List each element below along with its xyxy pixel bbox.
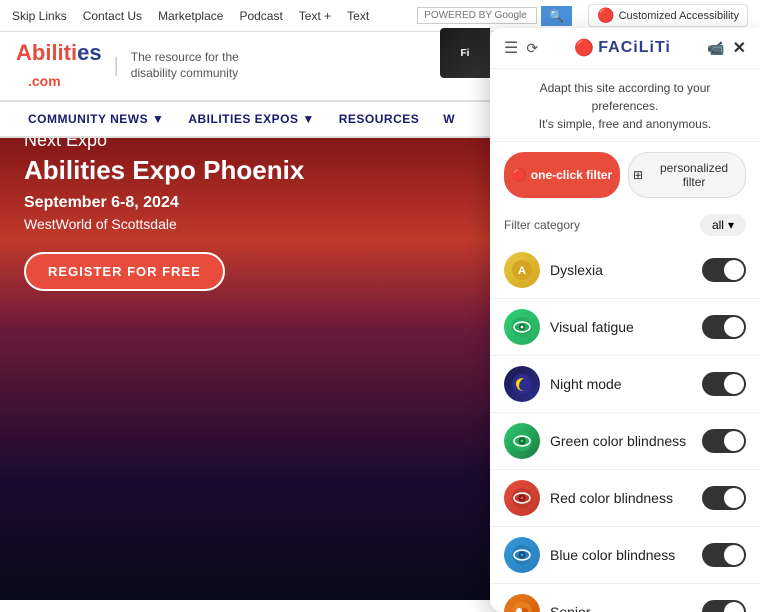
logo-abilities: Abiliti [16,40,77,65]
visual-fatigue-icon [504,309,540,345]
filter-item-green-cb: Green color blindness [490,413,760,470]
dyslexia-label: Dyslexia [550,262,692,278]
accessibility-icon: 🔴 [597,7,614,24]
filter-list: A Dyslexia Visual fatigue Night mode [490,242,760,612]
panel-tagline: Adapt this site according to your prefer… [490,69,760,142]
faciliti-logo-text: FACiLiTi [598,39,671,57]
blue-cb-toggle[interactable] [702,543,746,567]
logo[interactable]: Abilities .com | The resource for the di… [16,40,239,92]
filter-item-dyslexia: A Dyslexia [490,242,760,299]
filter-category-row: Filter category all ▾ [490,208,760,242]
logo-dotcom: .com [28,73,61,89]
video-icon[interactable]: 📹 [707,40,724,57]
senior-toggle[interactable] [702,600,746,612]
one-click-filter-button[interactable]: 🔴 one-click filter [504,152,620,198]
visual-fatigue-toggle[interactable] [702,315,746,339]
faciliti-panel: ☰ ⟳ 🔴 FACiLiTi 📹 ✕ Adapt this site accor… [490,28,760,612]
blue-cb-icon [504,537,540,573]
marketplace[interactable]: Marketplace [158,9,223,23]
blue-cb-label: Blue color blindness [550,547,692,563]
nav-abilities-expos[interactable]: ABILITIES EXPOS ▼ [176,108,326,130]
filter-category-value: all [712,218,724,232]
search-button[interactable]: 🔍 [541,6,572,26]
nav-resources[interactable]: RESOURCES [327,108,432,130]
nav-more[interactable]: W [431,108,467,130]
text-menu[interactable]: Text [347,9,369,23]
hero-venue: WestWorld of Scottsdale [24,216,304,232]
hamburger-icon[interactable]: ☰ [504,38,518,58]
dyslexia-icon: A [504,252,540,288]
faciliti-badge: Fi [440,28,490,78]
search-input[interactable] [417,7,537,24]
hero-title: Abilities Expo Phoenix [24,155,304,186]
green-cb-toggle[interactable] [702,429,746,453]
panel-icons: 📹 ✕ [707,38,746,58]
hero-content: Next Expo Abilities Expo Phoenix Septemb… [24,130,304,291]
night-mode-label: Night mode [550,376,692,392]
filter-item-red-cb: Red color blindness [490,470,760,527]
panel-header: ☰ ⟳ 🔴 FACiLiTi 📹 ✕ [490,28,760,69]
personalized-filter-label: personalized filter [647,161,741,189]
logo-text: Abilities .com [16,40,102,92]
filter-item-night-mode: Night mode [490,356,760,413]
search-bar: 🔍 [417,6,572,26]
red-cb-icon [504,480,540,516]
green-cb-icon [504,423,540,459]
nav-community-news[interactable]: COMMUNITY NEWS ▼ [16,108,176,130]
logo-divider: | [114,55,119,78]
podcast[interactable]: Podcast [239,9,282,23]
senior-label: Senior [550,604,692,612]
text-plus[interactable]: Text + [299,9,331,23]
logo-es: es [77,40,101,65]
filter-category-label: Filter category [504,218,580,232]
svg-text:A: A [518,265,526,277]
refresh-icon[interactable]: ⟳ [526,40,538,57]
red-cb-label: Red color blindness [550,490,692,506]
night-mode-toggle[interactable] [702,372,746,396]
filter-item-blue-cb: Blue color blindness [490,527,760,584]
green-cb-label: Green color blindness [550,433,692,449]
visual-fatigue-label: Visual fatigue [550,319,692,335]
customized-accessibility-button[interactable]: 🔴 Customized Accessibility [588,4,748,27]
filter-item-visual-fatigue: Visual fatigue [490,299,760,356]
faciliti-logo: 🔴 FACiLiTi [546,38,699,58]
filter-category-select[interactable]: all ▾ [700,214,746,236]
close-button[interactable]: ✕ [733,38,746,58]
register-button[interactable]: REGISTER FOR FREE [24,252,225,291]
filter-buttons: 🔴 one-click filter ⊞ personalized filter [490,142,760,208]
personalized-filter-button[interactable]: ⊞ personalized filter [628,152,746,198]
one-click-filter-label: one-click filter [531,168,612,182]
personalized-filter-icon: ⊞ [633,168,643,182]
customized-accessibility-label: Customized Accessibility [619,10,739,22]
skip-links[interactable]: Skip Links [12,9,67,23]
contact-us[interactable]: Contact Us [83,9,142,23]
filter-item-senior: Senior [490,584,760,612]
chevron-down-icon: ▾ [728,218,734,232]
logo-tagline: The resource for the disability communit… [131,50,239,81]
faciliti-logo-icon: 🔴 [574,38,594,58]
red-cb-toggle[interactable] [702,486,746,510]
filter-icon: 🔴 [512,168,527,182]
hero-date: September 6-8, 2024 [24,194,304,212]
dyslexia-toggle[interactable] [702,258,746,282]
night-mode-icon [504,366,540,402]
senior-icon [504,594,540,612]
